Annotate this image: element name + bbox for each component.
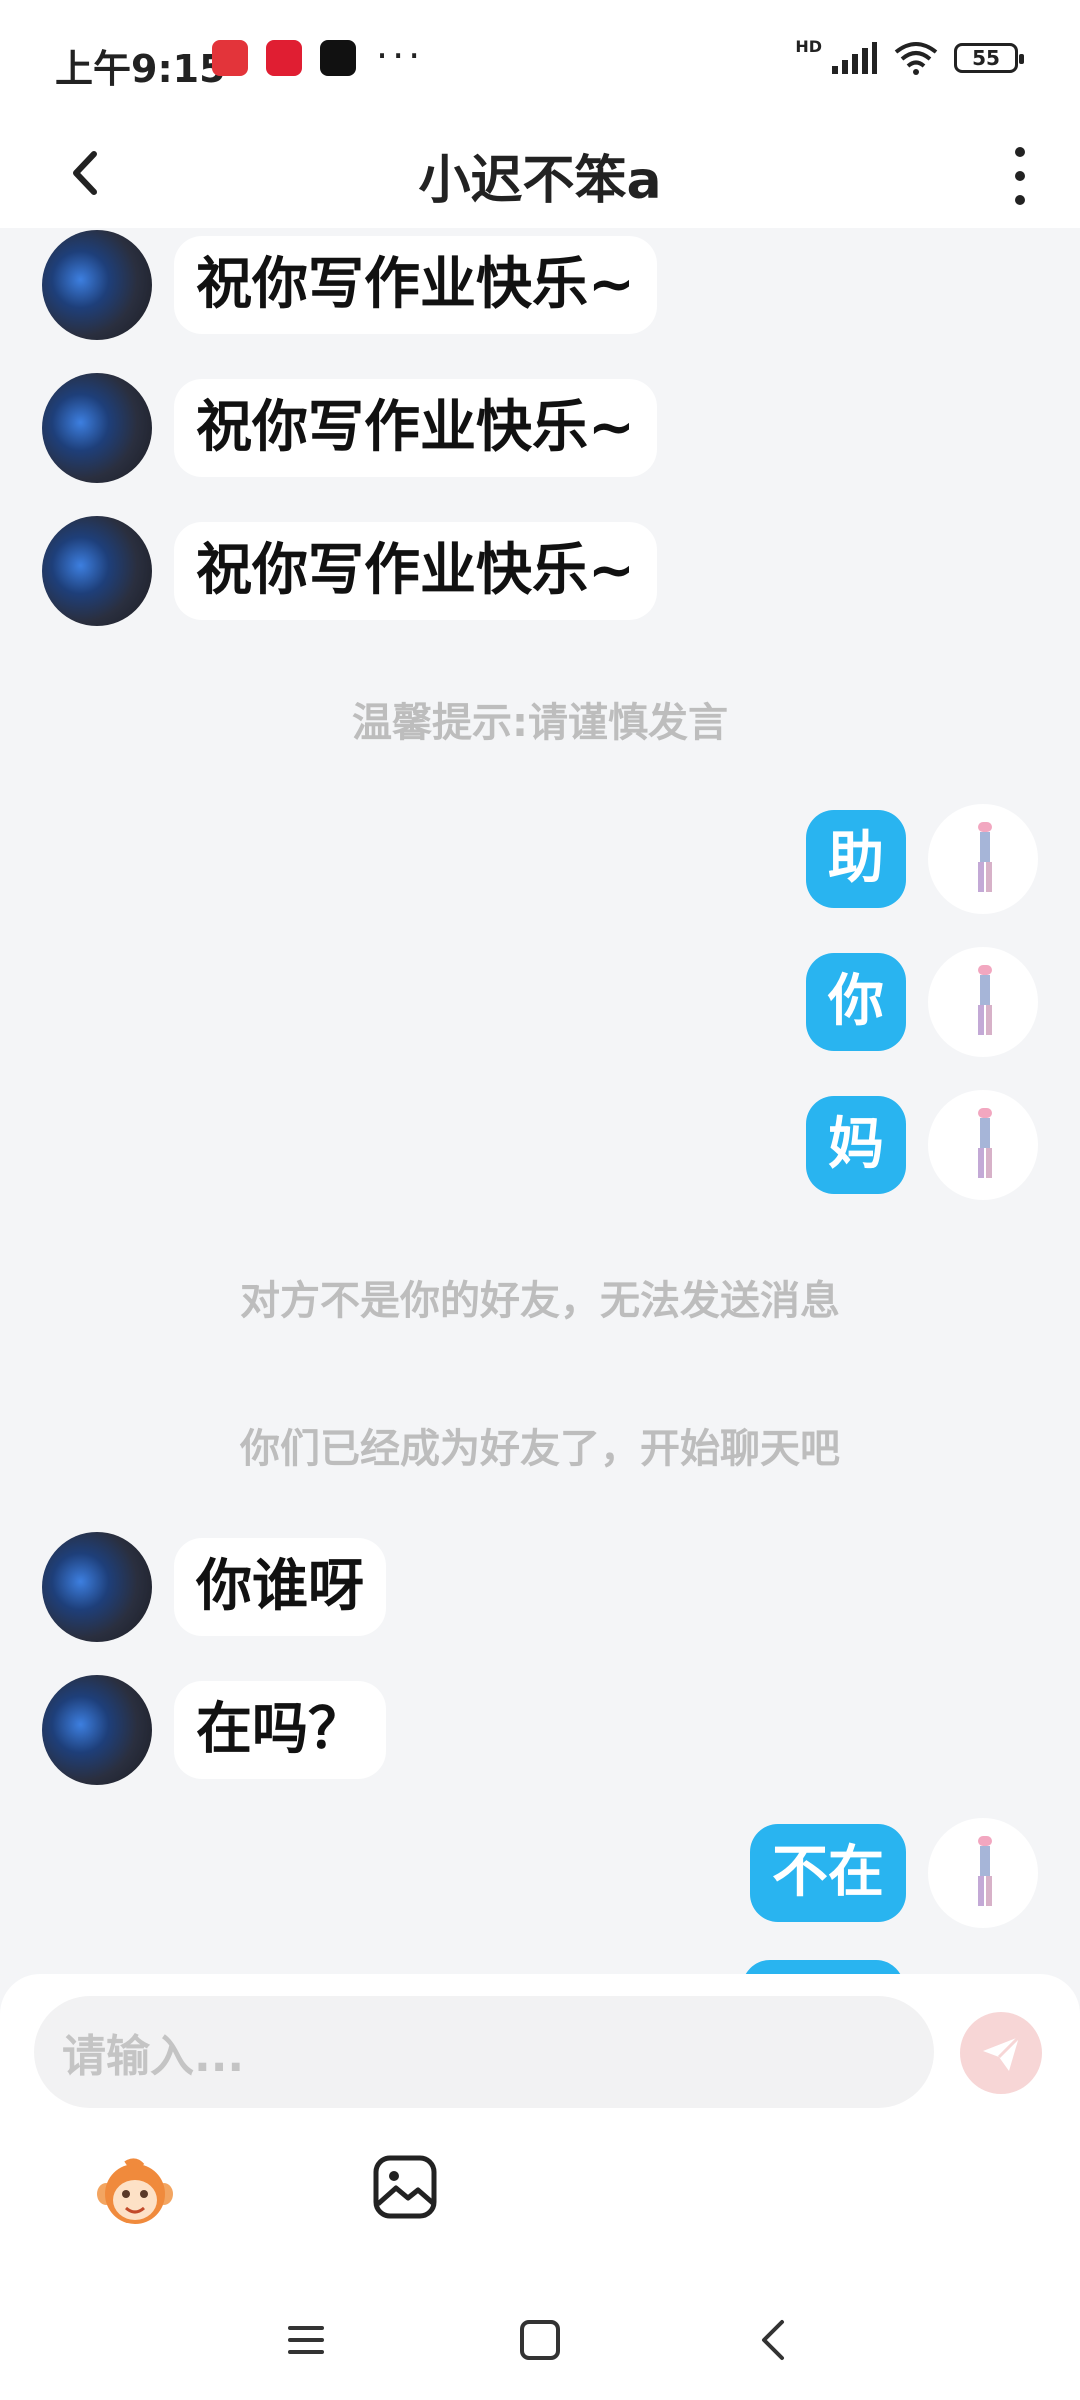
anime-girl-avatar-image [978,822,992,892]
my-avatar[interactable] [928,1090,1038,1200]
system-indicators: HD 55 [795,36,1024,76]
contact-avatar[interactable] [42,1532,152,1642]
anime-girl-avatar-image [978,1108,992,1178]
battery-level: 55 [972,46,1000,70]
my-avatar[interactable] [928,1818,1038,1928]
contact-avatar[interactable] [42,230,152,340]
message-row: 祝你写作业快乐~ [42,230,657,340]
message-row: 你谁呀 [42,1532,386,1642]
menu-icon[interactable] [282,2316,330,2364]
my-avatar[interactable] [928,804,1038,914]
signal-icon [832,42,877,74]
status-bar: 上午9:15 ··· HD 55 [0,0,1080,120]
notification-app-icons [212,40,356,76]
message-row: 助 [806,804,1038,914]
page-title: 小迟不笨a [418,151,662,211]
system-notice: 你们已经成为好友了，开始聊天吧 [240,1426,840,1472]
more-vertical-icon[interactable] [1000,134,1040,214]
contact-avatar[interactable] [42,516,152,626]
contact-avatar[interactable] [42,1675,152,1785]
battery-icon: 55 [954,43,1024,73]
incoming-message[interactable]: 祝你写作业快乐~ [174,236,657,334]
outgoing-message[interactable]: 妈 [806,1096,906,1194]
outgoing-message[interactable]: 你 [806,953,906,1051]
paper-plane-icon [983,2035,1021,2071]
incoming-message[interactable]: 祝你写作业快乐~ [174,379,657,477]
message-row: 在吗？ [42,1675,386,1785]
message-row: 妈 [806,1090,1038,1200]
incoming-message[interactable]: 祝你写作业快乐~ [174,522,657,620]
status-time: 上午9:15 [55,47,226,91]
pinduoduo-app-icon [266,40,302,76]
image-icon[interactable] [372,2154,438,2220]
chat-message-list[interactable]: 祝你写作业快乐~ 祝你写作业快乐~ 祝你写作业快乐~ 温馨提示:请谨慎发言 助 [0,228,1080,1974]
message-row: 你 [806,947,1038,1057]
chat-header: 小迟不笨a [0,120,1080,228]
incoming-message[interactable]: 在吗？ [174,1681,386,1779]
contact-avatar[interactable] [42,373,152,483]
system-nav-bar [0,2280,1080,2400]
message-row: 祝你写作业快乐~ [42,373,657,483]
outgoing-message[interactable]: 不在 [750,1824,906,1922]
message-row: 祝你写作业快乐~ [42,516,657,626]
system-notice: 对方不是你的好友，无法发送消息 [240,1278,840,1324]
home-square-icon[interactable] [516,2316,564,2364]
send-button[interactable] [960,2012,1042,2094]
more-notifications-icon: ··· [376,34,425,78]
tiktok-app-icon [320,40,356,76]
message-input[interactable]: 请输入... [34,1996,934,2108]
hd-label: HD [795,36,822,56]
kandian-app-icon [212,40,248,76]
system-notice: 温馨提示:请谨慎发言 [352,700,728,746]
anime-girl-avatar-image [978,1836,992,1906]
my-avatar[interactable] [928,947,1038,1057]
back-triangle-icon[interactable] [750,2316,798,2364]
outgoing-message-partial[interactable] [742,1960,904,1974]
monkey-face-icon[interactable] [96,2156,174,2228]
anime-girl-avatar-image [978,965,992,1035]
wifi-icon [894,42,938,75]
outgoing-message[interactable]: 助 [806,810,906,908]
incoming-message[interactable]: 你谁呀 [174,1538,386,1636]
message-row: 不在 [750,1818,1038,1928]
